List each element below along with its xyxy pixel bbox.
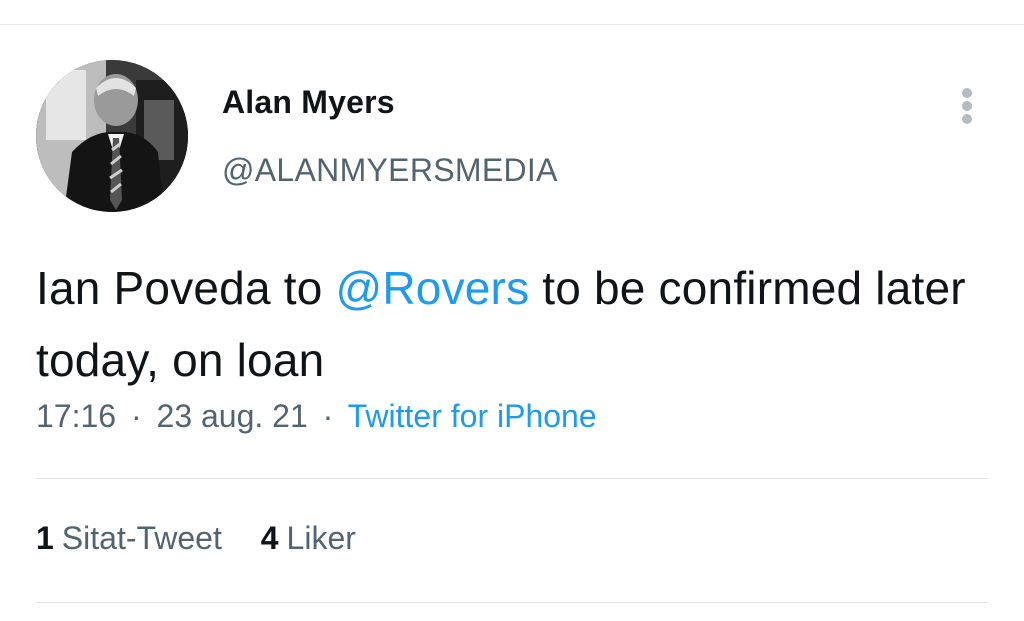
quote-tweets-stat[interactable]: 1 Sitat-Tweet bbox=[36, 520, 222, 556]
avatar[interactable] bbox=[36, 60, 188, 212]
author-handle[interactable]: @ALANMYERSMEDIA bbox=[222, 152, 558, 189]
tweet-meta: 17:16 · 23 aug. 21 · Twitter for iPhone bbox=[36, 398, 597, 435]
tweet-time[interactable]: 17:16 bbox=[36, 398, 116, 434]
quote-label: Sitat-Tweet bbox=[61, 520, 222, 556]
mention-link[interactable]: @Rovers bbox=[335, 262, 529, 314]
stats-divider-bottom bbox=[36, 602, 988, 603]
top-divider bbox=[0, 24, 1024, 25]
author-display-name[interactable]: Alan Myers bbox=[222, 84, 395, 121]
tweet-source-link[interactable]: Twitter for iPhone bbox=[348, 398, 597, 434]
tweet-text-part: Ian Poveda to bbox=[36, 262, 336, 314]
like-label: Liker bbox=[286, 520, 356, 556]
stats-divider-top bbox=[36, 478, 988, 479]
tweet-date[interactable]: 23 aug. 21 bbox=[157, 398, 308, 434]
quote-count: 1 bbox=[36, 520, 54, 556]
like-count: 4 bbox=[260, 520, 279, 556]
meta-separator: · bbox=[130, 398, 142, 434]
likes-stat[interactable]: 4 Liker bbox=[261, 520, 356, 556]
meta-separator: · bbox=[322, 398, 334, 434]
more-options-button[interactable] bbox=[952, 86, 982, 126]
tweet-text: Ian Poveda to @Rovers to be confirmed la… bbox=[36, 252, 996, 396]
avatar-photo bbox=[36, 60, 188, 212]
tweet-stats: 1 Sitat-Tweet 4 Liker bbox=[36, 520, 386, 557]
tweet-page: Alan Myers @ALANMYERSMEDIA Ian Poveda to… bbox=[0, 0, 1024, 621]
